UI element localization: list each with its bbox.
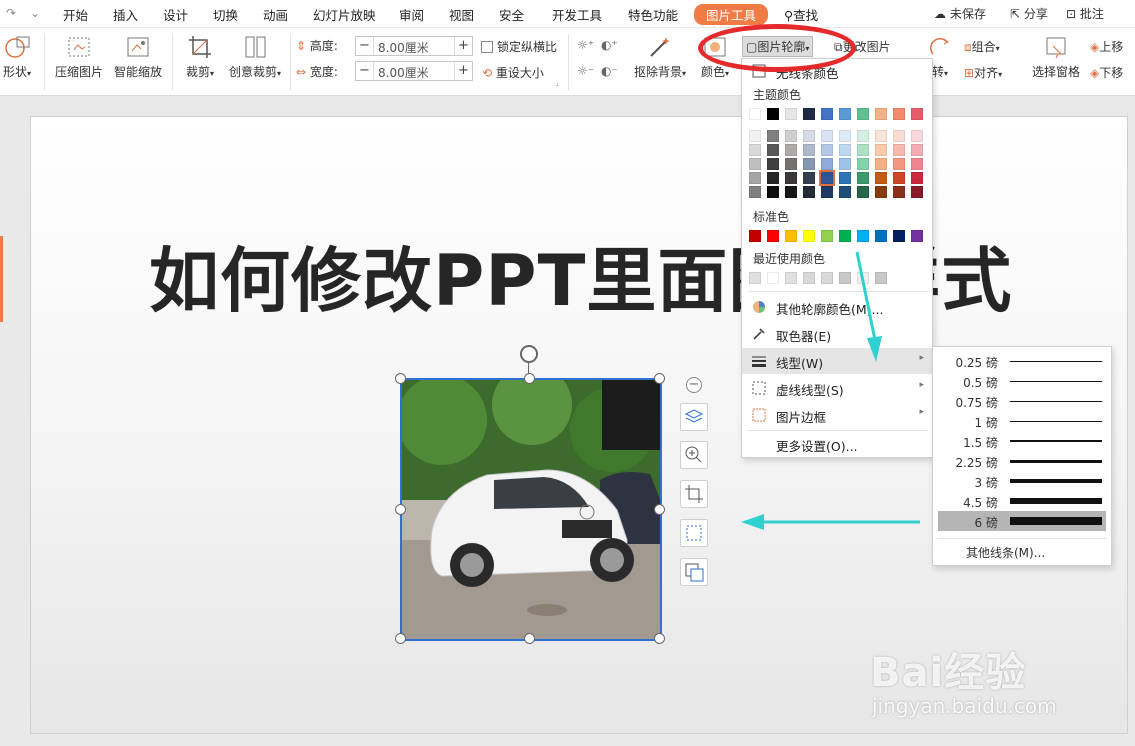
annotation-arrowhead (741, 514, 764, 530)
annotation-arrow-down (855, 251, 877, 341)
annotation-arrows (741, 251, 920, 530)
annotation-arrowhead (867, 336, 882, 362)
watermark-url: jingyan.baidu.com (872, 694, 1057, 718)
watermark-logo: Bai经验 (870, 650, 1027, 696)
app-window: { "menu": { "tabs": ["开始","插入","设计","切换"… (0, 0, 1135, 746)
